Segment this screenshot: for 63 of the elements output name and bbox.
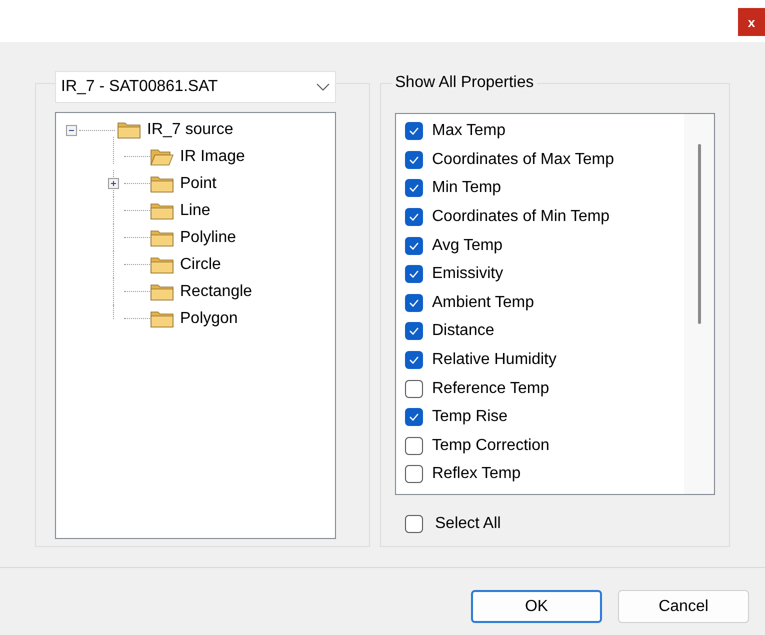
property-label: Relative Humidity bbox=[432, 350, 556, 370]
property-label: Avg Temp bbox=[432, 236, 503, 256]
tree-item[interactable]: Polygon bbox=[180, 306, 238, 330]
tree-item[interactable]: Rectangle bbox=[180, 280, 252, 304]
chevron-down-icon bbox=[316, 83, 330, 91]
check-icon bbox=[409, 298, 419, 307]
check-icon bbox=[409, 356, 419, 364]
checkbox[interactable] bbox=[405, 265, 423, 284]
checkbox[interactable] bbox=[405, 465, 423, 484]
checkbox[interactable] bbox=[405, 294, 423, 312]
dropdown-value: IR_7 - SAT00861.SAT bbox=[61, 77, 218, 97]
collapse-icon[interactable] bbox=[66, 124, 77, 136]
checkbox[interactable] bbox=[405, 236, 423, 255]
open-folder-icon bbox=[150, 148, 174, 166]
check-icon bbox=[409, 327, 419, 336]
folder-icon bbox=[117, 121, 141, 139]
folder-icon bbox=[150, 256, 174, 274]
checkbox[interactable] bbox=[405, 322, 423, 340]
checkbox[interactable] bbox=[405, 122, 423, 140]
expand-icon[interactable] bbox=[108, 178, 119, 189]
property-label: Temp Correction bbox=[432, 436, 550, 456]
property-label: Ambient Temp bbox=[432, 292, 534, 313]
property-label: Reflex Temp bbox=[432, 464, 521, 484]
checkbox[interactable] bbox=[405, 380, 423, 398]
property-label: Emissivity bbox=[432, 264, 504, 284]
check-icon bbox=[409, 242, 419, 250]
property-label: Coordinates of Max Temp bbox=[432, 150, 614, 170]
folder-icon bbox=[150, 228, 174, 246]
close-button[interactable]: x bbox=[738, 8, 765, 36]
select-all-label[interactable]: Select All bbox=[435, 512, 501, 536]
tree-item[interactable]: Circle bbox=[180, 252, 221, 276]
property-label: Temp Rise bbox=[432, 407, 508, 428]
ok-button[interactable]: OK bbox=[471, 590, 602, 623]
scrollbar-thumb[interactable] bbox=[698, 144, 700, 324]
check-icon bbox=[409, 127, 419, 136]
checkbox[interactable] bbox=[405, 208, 423, 226]
cancel-button[interactable]: Cancel bbox=[618, 590, 749, 623]
source-dropdown[interactable]: IR_7 - SAT00861.SAT bbox=[55, 71, 336, 103]
property-label: Reference Temp bbox=[432, 378, 550, 399]
folder-icon bbox=[150, 174, 174, 192]
checkbox[interactable] bbox=[405, 436, 423, 455]
checkbox[interactable] bbox=[405, 408, 423, 426]
tree-item[interactable]: Line bbox=[180, 198, 210, 222]
checkbox[interactable] bbox=[405, 150, 423, 169]
property-label: Min Temp bbox=[432, 178, 502, 198]
check-icon bbox=[409, 270, 419, 278]
tree-item[interactable]: IR Image bbox=[180, 144, 245, 168]
folder-icon bbox=[150, 282, 174, 300]
check-icon bbox=[409, 184, 419, 192]
property-label: Max Temp bbox=[432, 121, 506, 142]
check-icon bbox=[409, 156, 419, 164]
folder-icon bbox=[150, 202, 174, 220]
checkbox[interactable] bbox=[405, 179, 423, 198]
tree-item[interactable]: IR_7 source bbox=[147, 118, 234, 142]
tree-item[interactable]: Point bbox=[180, 172, 216, 196]
checkbox[interactable] bbox=[405, 351, 423, 370]
checkbox[interactable] bbox=[405, 515, 423, 533]
check-icon bbox=[409, 213, 419, 222]
folder-icon bbox=[150, 310, 174, 328]
check-icon bbox=[409, 413, 419, 422]
property-label: Distance bbox=[432, 321, 494, 342]
property-label: Coordinates of Min Temp bbox=[432, 207, 610, 228]
tree-item[interactable]: Polyline bbox=[180, 226, 236, 250]
